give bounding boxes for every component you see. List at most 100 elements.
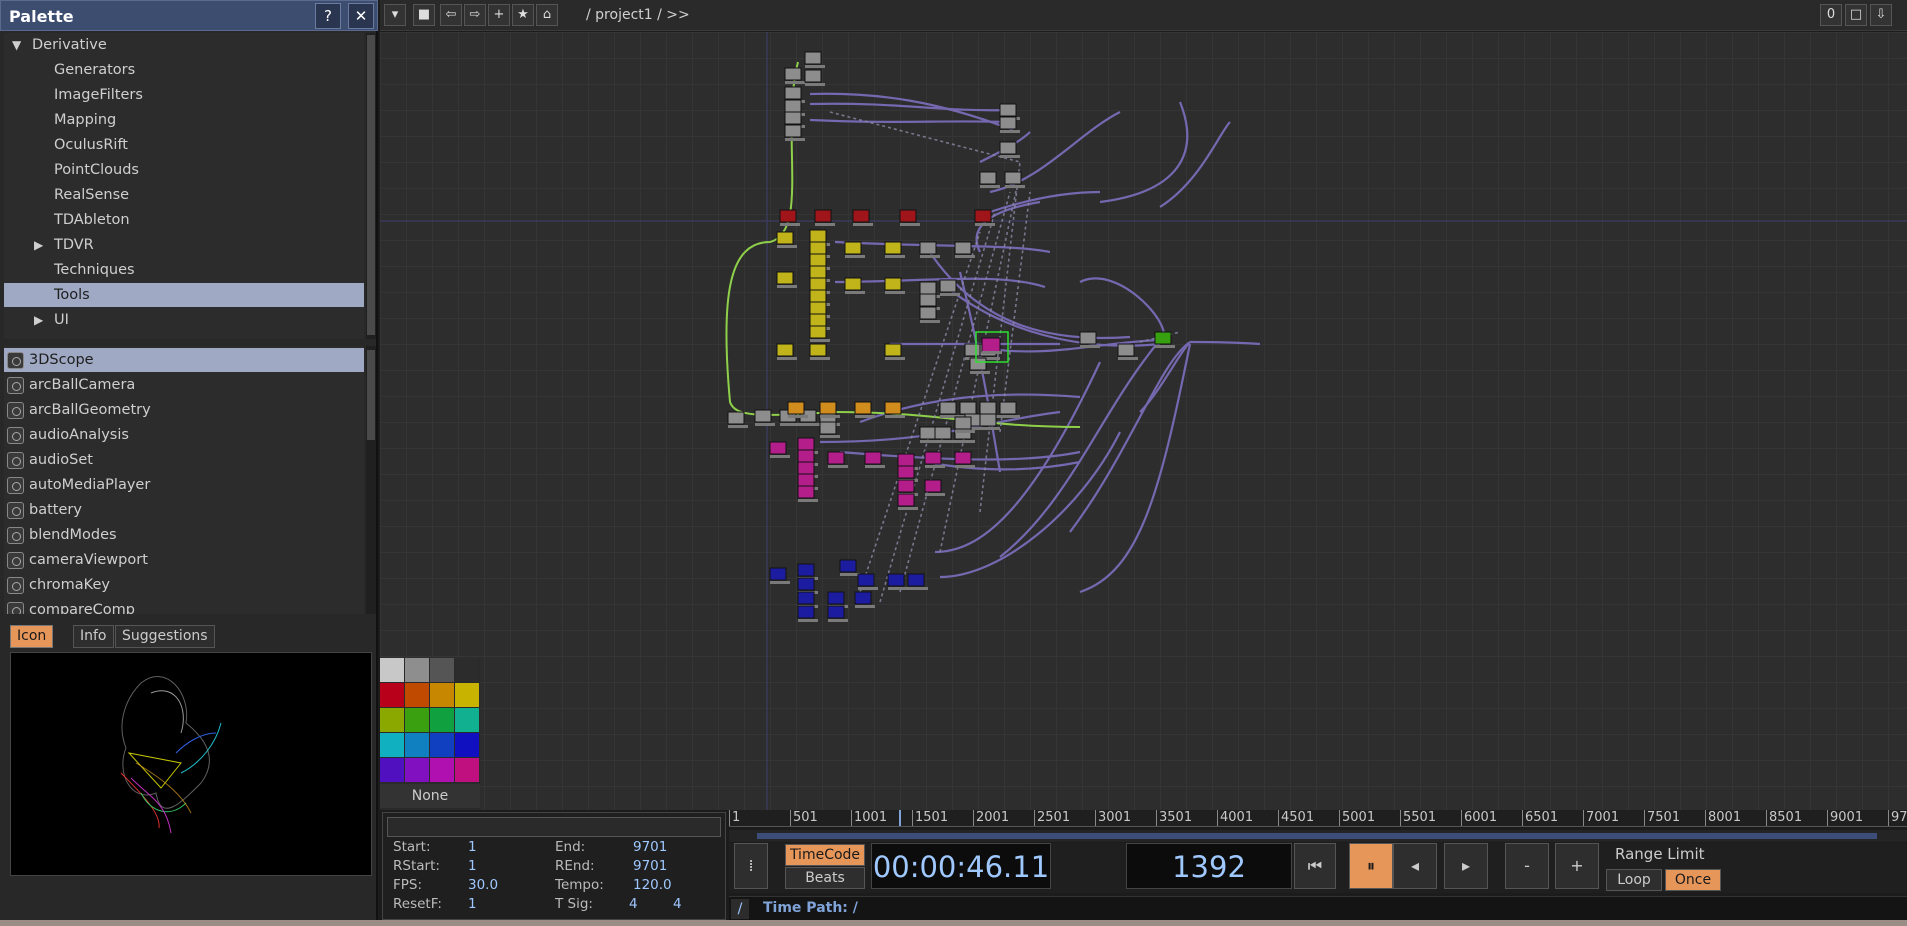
operator-node[interactable] [939, 401, 957, 415]
operator-node[interactable] [819, 401, 837, 415]
component-item-cameraviewport[interactable]: cameraViewport [4, 548, 364, 572]
color-swatch[interactable] [455, 708, 479, 732]
operator-node[interactable] [979, 401, 997, 415]
color-swatch[interactable] [430, 708, 454, 732]
operator-node[interactable] [884, 277, 902, 291]
tsig-numerator[interactable]: 4 [629, 896, 638, 912]
stop-icon[interactable]: ■ [413, 4, 435, 26]
network-editor[interactable] [380, 32, 1907, 810]
operator-node[interactable] [954, 451, 972, 465]
once-button[interactable]: Once [1665, 869, 1721, 891]
palette-folder-tdableton[interactable]: TDAbleton [4, 208, 364, 232]
operator-node[interactable] [809, 301, 827, 315]
operator-node[interactable] [797, 591, 815, 605]
operator-node[interactable] [897, 493, 915, 507]
operator-node[interactable] [797, 485, 815, 499]
operator-node[interactable] [969, 357, 987, 371]
operator-node[interactable] [809, 241, 827, 255]
color-swatch[interactable] [455, 733, 479, 757]
operator-node[interactable] [809, 277, 827, 291]
network-path-breadcrumb[interactable]: / project1 / >> [586, 7, 690, 23]
operator-node[interactable] [769, 441, 787, 455]
operator-node[interactable] [907, 573, 925, 587]
timeline-handle-button[interactable]: ⁞ [734, 843, 768, 889]
component-item-arcballgeometry[interactable]: arcBallGeometry [4, 398, 364, 422]
operator-node[interactable] [974, 209, 992, 223]
operator-node[interactable] [854, 401, 872, 415]
operator-node[interactable] [797, 563, 815, 577]
color-swatch[interactable] [380, 733, 404, 757]
operator-node[interactable] [981, 337, 1001, 353]
component-item-audioset[interactable]: audioSet [4, 448, 364, 472]
operator-node[interactable] [954, 416, 972, 430]
timeline-ruler[interactable]: 1 501 1001 1501 2001 2501 3001 3501 4001 4501 5001… [729, 810, 1907, 827]
operator-node[interactable] [754, 409, 772, 423]
color-swatch[interactable] [405, 708, 429, 732]
swatch-none[interactable]: None [380, 784, 480, 808]
component-item-comparecomp[interactable]: compareComp [4, 598, 364, 614]
operator-node[interactable] [924, 479, 942, 493]
palette-folder-techniques[interactable]: Techniques [4, 258, 364, 282]
operator-node[interactable] [776, 271, 794, 285]
operator-node[interactable] [784, 99, 802, 113]
back-arrow-icon[interactable]: ⇦ [440, 4, 462, 26]
loop-button[interactable]: Loop [1606, 869, 1662, 891]
operator-node[interactable] [827, 451, 845, 465]
color-swatch[interactable] [380, 708, 404, 732]
operator-node[interactable] [999, 116, 1017, 130]
operator-node[interactable] [887, 573, 905, 587]
operator-node[interactable] [964, 343, 982, 357]
start-value[interactable]: 1 [468, 839, 477, 855]
color-swatch[interactable] [455, 758, 479, 782]
tree-scroll-thumb[interactable] [367, 35, 375, 335]
operator-node[interactable] [776, 231, 794, 245]
palette-folder-ui[interactable]: ▶ UI [4, 308, 364, 332]
operator-node[interactable] [897, 465, 915, 479]
palette-folder-imagefilters[interactable]: ImageFilters [4, 83, 364, 107]
operator-node[interactable] [776, 343, 794, 357]
component-item-battery[interactable]: battery [4, 498, 364, 522]
operator-node[interactable] [897, 479, 915, 493]
operator-node[interactable] [999, 141, 1017, 155]
beats-mode-button[interactable]: Beats [785, 867, 865, 889]
operator-node[interactable] [804, 69, 822, 83]
operator-node[interactable] [919, 426, 937, 440]
operator-node[interactable] [919, 241, 937, 255]
color-swatch[interactable] [405, 658, 429, 682]
operator-node[interactable] [919, 281, 937, 295]
operator-node[interactable] [884, 401, 902, 415]
palette-folder-mapping[interactable]: Mapping [4, 108, 364, 132]
collapsed-triangle-icon[interactable]: ▶ [34, 308, 54, 332]
operator-node[interactable] [784, 124, 802, 138]
end-value[interactable]: 9701 [633, 839, 667, 855]
operator-node[interactable] [857, 573, 875, 587]
component-item-audioanalysis[interactable]: audioAnalysis [4, 423, 364, 447]
operator-node[interactable] [934, 426, 952, 440]
rstart-value[interactable]: 1 [468, 858, 477, 874]
tree-scrollbar[interactable] [366, 33, 376, 339]
node-graph[interactable] [380, 32, 1907, 810]
tab-suggestions[interactable]: Suggestions [115, 625, 215, 648]
rend-value[interactable]: 9701 [633, 858, 667, 874]
palette-close-button[interactable]: ✕ [348, 3, 374, 29]
playhead[interactable] [899, 810, 901, 826]
tempo-value[interactable]: 120.0 [633, 877, 672, 893]
operator-node[interactable] [979, 413, 997, 427]
color-swatch[interactable] [405, 758, 429, 782]
component-item-3dscope[interactable]: 3DScope [4, 348, 364, 372]
palette-folder-tools[interactable]: Tools [4, 283, 364, 307]
operator-node[interactable] [827, 591, 845, 605]
color-swatch[interactable] [405, 733, 429, 757]
frame-display[interactable]: 1392 [1126, 843, 1292, 889]
operator-node[interactable] [1117, 343, 1135, 357]
operator-node[interactable] [804, 51, 822, 65]
tab-icon[interactable]: Icon [10, 625, 54, 648]
component-scroll-thumb[interactable] [367, 350, 375, 440]
color-swatch[interactable] [430, 733, 454, 757]
operator-node[interactable] [844, 277, 862, 291]
operator-node[interactable] [827, 605, 845, 619]
operator-node[interactable] [784, 67, 802, 81]
operator-node[interactable] [809, 313, 827, 327]
color-swatch[interactable] [455, 658, 479, 682]
color-swatch[interactable] [405, 683, 429, 707]
